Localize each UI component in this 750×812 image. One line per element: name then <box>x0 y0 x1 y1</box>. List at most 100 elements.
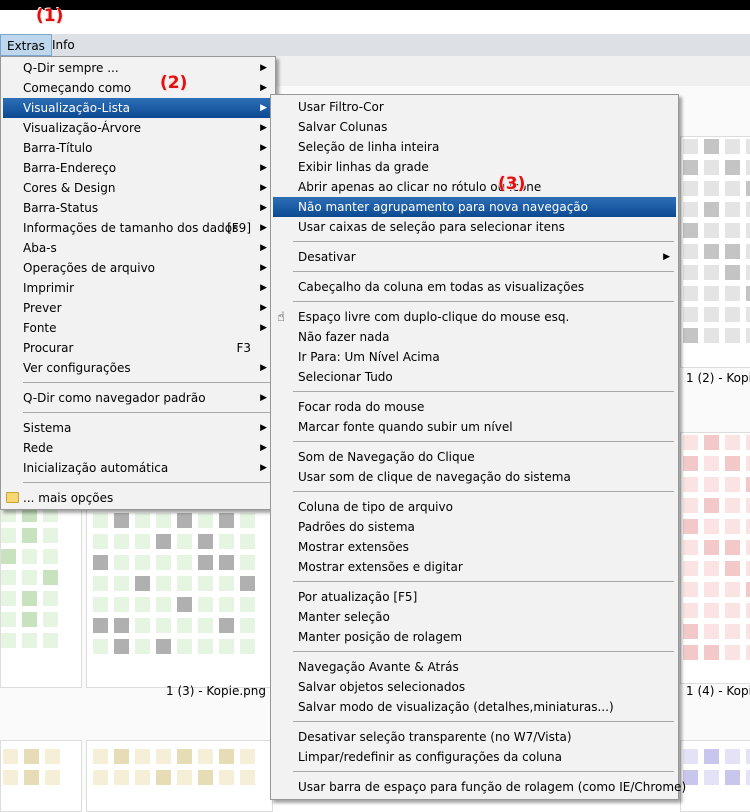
menu-item-nao-manter-agrupamento[interactable]: Não manter agrupamento para nova navegaç… <box>273 197 676 217</box>
thumbnail-cell <box>683 307 698 322</box>
menu-item-informacoes-tamanho[interactable]: Informações de tamanho dos dados [F9] ▶ <box>3 218 273 238</box>
thumbnail[interactable] <box>0 506 82 688</box>
file-caption[interactable]: 1 (3) - Kopie.png <box>166 684 266 698</box>
menu-item-nao-fazer-nada[interactable]: Não fazer nada <box>273 327 676 347</box>
menu-item-abas[interactable]: Aba-s ▶ <box>3 238 273 258</box>
menu-item-label: Informações de tamanho dos dados <box>23 221 239 235</box>
thumbnail-cell <box>135 618 150 633</box>
thumbnail-cell <box>93 618 108 633</box>
thumbnail-cell <box>240 534 255 549</box>
menu-item-navegacao-avante-atras[interactable]: Navegação Avante & Atrás <box>273 657 676 677</box>
thumbnail-cell <box>704 582 719 597</box>
thumbnail-cell <box>683 160 698 175</box>
menu-item-fonte[interactable]: Fonte ▶ <box>3 318 273 338</box>
menu-item-rede[interactable]: Rede ▶ <box>3 438 273 458</box>
menu-item-visualizacao-arvore[interactable]: Visualização-Árvore ▶ <box>3 118 273 138</box>
menu-item-caixas-selecao[interactable]: Usar caixas de seleção para selecionar i… <box>273 217 676 237</box>
window-top-edge <box>0 0 750 10</box>
menu-item-barra-espaco-rolagem[interactable]: Usar barra de espaço para função de rola… <box>273 777 686 797</box>
thumbnail-cell <box>219 770 234 785</box>
file-caption[interactable]: 1 (2) - Kopie <box>686 371 750 385</box>
thumbnail-cell <box>746 582 750 597</box>
extras-menu: Q-Dir sempre ... ▶ Começando como ▶ Visual… <box>0 56 276 510</box>
thumbnail-cell <box>725 244 740 259</box>
thumbnail-cell <box>156 513 171 528</box>
thumbnail-cell <box>746 223 750 238</box>
menu-item-barra-titulo[interactable]: Barra-Título ▶ <box>3 138 273 158</box>
menu-item-mostrar-extensoes[interactable]: Mostrar extensões <box>273 537 676 557</box>
thumbnail-cell <box>725 770 740 785</box>
menu-item-exibir-linhas-grade[interactable]: Exibir linhas da grade <box>273 157 676 177</box>
menu-item-salvar-colunas[interactable]: Salvar Colunas <box>273 117 676 137</box>
menu-item-mostrar-extensoes-digitar[interactable]: Mostrar extensões e digitar <box>273 557 676 577</box>
menu-item-abrir-apenas-rotulo[interactable]: Abrir apenas ao clicar no rótulo ou ícon… <box>273 177 676 197</box>
menu-item-desativar-selecao-transparente[interactable]: Desativar seleção transparente (no W7/Vi… <box>273 727 676 747</box>
thumbnail-cell <box>114 618 129 633</box>
menu-item-ir-para-nivel-acima[interactable]: Ir Para: Um Nível Acima <box>273 347 676 367</box>
menu-item-prever[interactable]: Prever ▶ <box>3 298 273 318</box>
menu-item-som-sistema[interactable]: Usar som de clique de navegação do siste… <box>273 467 676 487</box>
thumbnail-cell <box>93 513 108 528</box>
menu-item-marcar-fonte[interactable]: Marcar fonte quando subir um nível <box>273 417 676 437</box>
address-strip <box>270 56 750 87</box>
thumbnail-cell <box>114 597 129 612</box>
menu-item-mais-opcoes[interactable]: ... mais opções <box>3 488 273 508</box>
menu-item-sistema[interactable]: Sistema ▶ <box>3 418 273 438</box>
thumbnail[interactable] <box>680 432 750 684</box>
thumbnail-cell <box>704 244 719 259</box>
menu-item-cabecalho-coluna[interactable]: Cabeçalho da coluna em todas as visualiz… <box>273 277 676 297</box>
menu-separator <box>293 301 674 302</box>
thumbnail-cell <box>219 639 234 654</box>
menu-item-espaco-livre-duplo-clique[interactable]: ☝ Espaço livre com duplo-clique do mouse … <box>273 307 676 327</box>
menu-item-barra-status[interactable]: Barra-Status ▶ <box>3 198 273 218</box>
thumbnail[interactable] <box>680 740 750 812</box>
thumbnail-cell <box>156 597 171 612</box>
menu-item-limpar-configuracoes-coluna[interactable]: Limpar/redefinir as configurações da col… <box>273 747 676 767</box>
thumbnail-cell <box>177 534 192 549</box>
thumbnail-cell <box>1 633 16 648</box>
menu-info[interactable]: Info <box>46 34 81 56</box>
thumbnail[interactable] <box>680 136 750 368</box>
file-caption[interactable]: 1 (4) - Kopie <box>686 684 750 698</box>
menu-item-ver-configuracoes[interactable]: Ver configurações ▶ <box>3 358 273 378</box>
menu-item-salvar-objetos[interactable]: Salvar objetos selecionados <box>273 677 676 697</box>
submenu-arrow-icon: ▶ <box>260 203 267 213</box>
menu-item-desativar[interactable]: Desativar ▶ <box>273 247 676 267</box>
menu-item-cores-design[interactable]: Cores & Design ▶ <box>3 178 273 198</box>
thumbnail-cell <box>746 328 750 343</box>
thumbnail[interactable] <box>86 740 273 812</box>
menu-item-usar-filtro-cor[interactable]: Usar Filtro-Cor <box>273 97 676 117</box>
thumbnail-cell <box>198 749 213 764</box>
menu-item-label: Fonte <box>23 321 57 335</box>
menu-item-selecionar-tudo[interactable]: Selecionar Tudo <box>273 367 676 387</box>
annotation-step-3: (3) <box>498 174 526 194</box>
menu-item-visualizacao-lista[interactable]: Visualização-Lista ▶ <box>3 98 273 118</box>
menu-item-comecando-como[interactable]: Começando como ▶ <box>3 78 273 98</box>
menu-item-procurar[interactable]: Procurar F3 <box>3 338 273 358</box>
menu-item-operacoes-arquivo[interactable]: Operações de arquivo ▶ <box>3 258 273 278</box>
menu-item-q-dir-sempre[interactable]: Q-Dir sempre ... ▶ <box>3 58 273 78</box>
thumbnail[interactable] <box>86 506 273 688</box>
menu-extras[interactable]: Extras <box>0 34 52 56</box>
thumbnail-cell <box>725 456 740 471</box>
menu-item-por-atualizacao[interactable]: Por atualização [F5] <box>273 587 676 607</box>
menu-item-coluna-tipo-arquivo[interactable]: Coluna de tipo de arquivo <box>273 497 676 517</box>
menu-item-barra-endereco[interactable]: Barra-Endereço ▶ <box>3 158 273 178</box>
menu-item-focar-roda-mouse[interactable]: Focar roda do mouse <box>273 397 676 417</box>
menu-item-selecao-linha-inteira[interactable]: Seleção de linha inteira <box>273 137 676 157</box>
menu-item-salvar-modo-visualizacao[interactable]: Salvar modo de visualização (detalhes,mi… <box>273 697 676 717</box>
thumbnail[interactable] <box>0 740 82 812</box>
menu-item-manter-posicao-rolagem[interactable]: Manter posição de rolagem <box>273 627 676 647</box>
thumbnail-cell <box>198 770 213 785</box>
menu-item-inicializacao-automatica[interactable]: Inicialização automática ▶ <box>3 458 273 478</box>
thumbnail-cell <box>746 477 750 492</box>
menu-item-manter-selecao[interactable]: Manter seleção <box>273 607 676 627</box>
menu-item-som-navegacao[interactable]: Som de Navegação do Clique <box>273 447 676 467</box>
menu-item-navegador-padrao[interactable]: Q-Dir como navegador padrão ▶ <box>3 388 273 408</box>
menu-item-imprimir[interactable]: Imprimir ▶ <box>3 278 273 298</box>
menu-separator <box>293 651 674 652</box>
thumbnail-cell <box>704 498 719 513</box>
submenu-arrow-icon: ▶ <box>663 252 670 262</box>
menu-item-padroes-sistema[interactable]: Padrões do sistema <box>273 517 676 537</box>
folder-icon <box>6 492 19 503</box>
